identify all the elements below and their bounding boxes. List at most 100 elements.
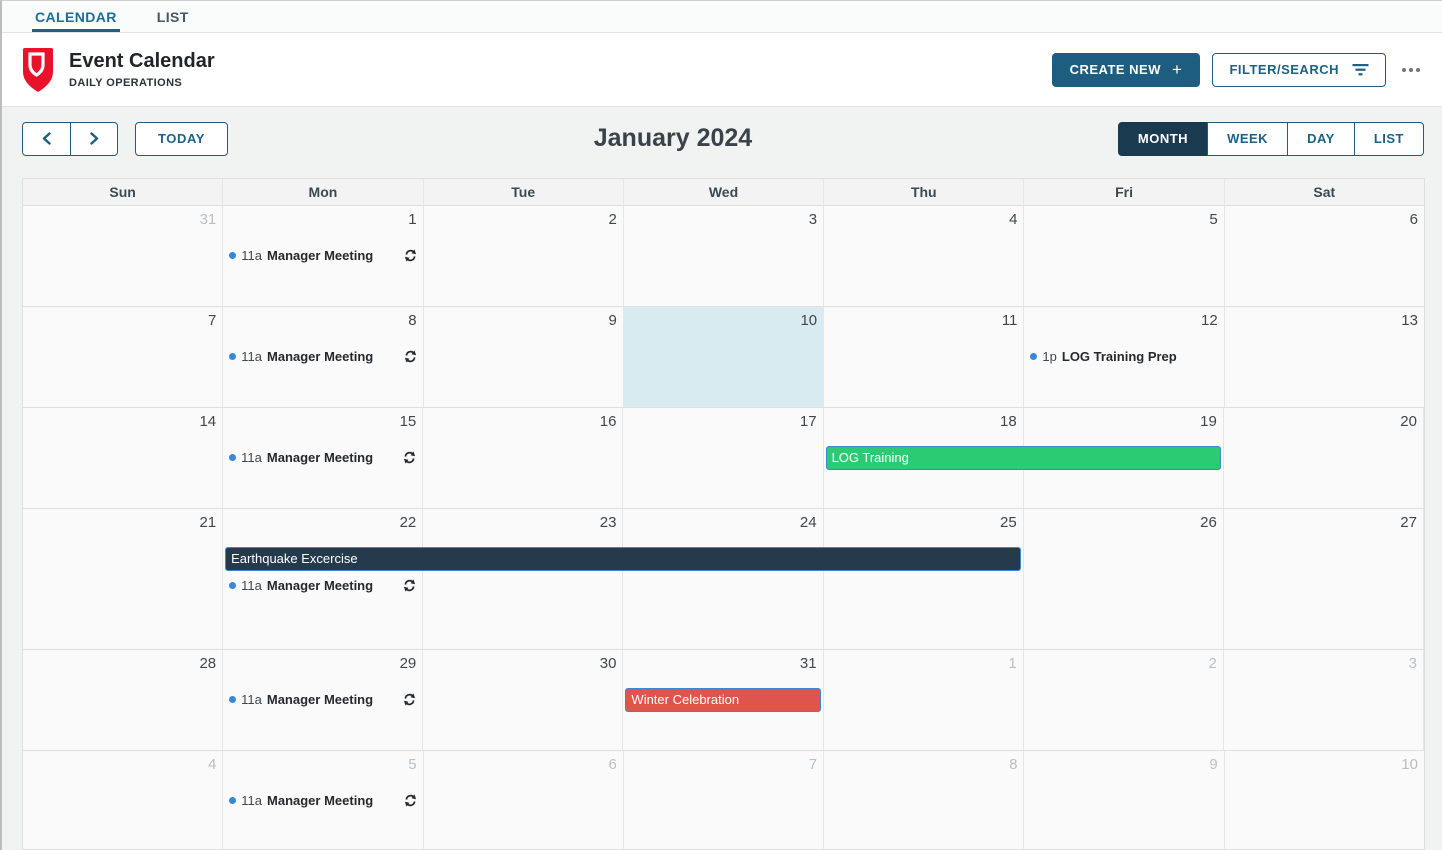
day-cell[interactable]: 10 [1225, 751, 1424, 849]
recurring-icon [404, 350, 417, 363]
today-button[interactable]: TODAY [135, 122, 228, 156]
day-cell[interactable]: 22 11a Manager Meeting [223, 509, 423, 649]
event-manager-meeting[interactable]: 11a Manager Meeting [229, 692, 416, 707]
day-number: 23 [429, 513, 616, 533]
event-title: LOG Training Prep [1062, 349, 1177, 364]
event-banner-log-training[interactable]: LOG Training [826, 446, 1221, 470]
day-cell[interactable]: 5 [1024, 206, 1224, 306]
day-cell[interactable]: 6 [424, 751, 624, 849]
event-manager-meeting[interactable]: 11a Manager Meeting [229, 450, 416, 465]
day-number: 10 [630, 311, 817, 331]
week-row: 4 5 11a Manager Meeting 6 7 8 9 10 [23, 751, 1424, 849]
day-cell[interactable]: 8 [824, 751, 1024, 849]
day-number: 2 [430, 210, 617, 230]
day-cell[interactable]: 20 [1224, 408, 1424, 508]
day-cell[interactable]: 1 11a Manager Meeting [223, 206, 423, 306]
event-time: 11a [241, 450, 262, 465]
event-time: 11a [241, 248, 262, 263]
event-title: Manager Meeting [267, 578, 373, 593]
event-banner-winter-celebration[interactable]: Winter Celebration [625, 688, 820, 712]
day-cell[interactable]: 11 [824, 307, 1024, 407]
event-manager-meeting[interactable]: 11a Manager Meeting [229, 578, 416, 593]
event-banner-earthquake-exercise[interactable]: Earthquake Excercise [225, 547, 1021, 571]
day-number: 31 [29, 210, 216, 230]
day-number: 21 [29, 513, 216, 533]
prev-month-button[interactable] [23, 123, 70, 155]
day-number: 31 [629, 654, 816, 674]
event-manager-meeting[interactable]: 11a Manager Meeting [229, 793, 416, 808]
day-cell[interactable]: 7 [23, 307, 223, 407]
tab-list[interactable]: LIST [154, 1, 192, 32]
event-title: Manager Meeting [267, 450, 373, 465]
day-cell[interactable]: 2 [1024, 650, 1224, 750]
tab-calendar[interactable]: CALENDAR [32, 1, 120, 32]
day-cell[interactable]: 5 11a Manager Meeting [223, 751, 423, 849]
next-month-button[interactable] [70, 123, 117, 155]
view-day-button[interactable]: DAY [1287, 122, 1355, 156]
day-cell[interactable]: 12 1p LOG Training Prep [1024, 307, 1224, 407]
view-month-button[interactable]: MONTH [1118, 122, 1208, 156]
create-new-label: CREATE NEW [1070, 62, 1161, 77]
event-manager-meeting[interactable]: 11a Manager Meeting [229, 349, 416, 364]
view-week-button[interactable]: WEEK [1207, 122, 1288, 156]
day-number: 8 [830, 755, 1017, 775]
create-new-button[interactable]: CREATE NEW + [1052, 53, 1201, 87]
day-cell[interactable]: 14 [23, 408, 223, 508]
more-options-icon[interactable] [1400, 62, 1422, 78]
day-cell[interactable]: 4 [23, 751, 223, 849]
day-number: 3 [1230, 654, 1417, 674]
day-cell[interactable]: 17 [623, 408, 823, 508]
day-cell[interactable]: 2 [424, 206, 624, 306]
calendar-month-title: January 2024 [228, 124, 1118, 153]
event-time: 11a [241, 349, 262, 364]
day-number: 28 [29, 654, 216, 674]
day-cell[interactable]: 27 [1224, 509, 1424, 649]
recurring-icon [404, 794, 417, 807]
day-cell[interactable]: 3 [624, 206, 824, 306]
view-list-button[interactable]: LIST [1354, 122, 1424, 156]
chevron-right-icon [90, 132, 99, 145]
day-number: 9 [1030, 755, 1217, 775]
day-cell[interactable]: 6 [1225, 206, 1424, 306]
day-number: 5 [229, 755, 416, 775]
day-cell[interactable]: 28 [23, 650, 223, 750]
event-dot-icon [229, 797, 236, 804]
day-cell[interactable]: 13 [1225, 307, 1424, 407]
event-manager-meeting[interactable]: 11a Manager Meeting [229, 248, 416, 263]
day-cell[interactable]: 8 11a Manager Meeting [223, 307, 423, 407]
day-cell[interactable]: 29 11a Manager Meeting [223, 650, 423, 750]
day-cell[interactable]: 15 11a Manager Meeting [223, 408, 423, 508]
calendar-toolbar: TODAY January 2024 MONTH WEEK DAY LIST [2, 107, 1442, 170]
day-number: 17 [629, 412, 816, 432]
day-cell[interactable]: 30 [423, 650, 623, 750]
dow-tue: Tue [424, 179, 624, 205]
week-row: 31 1 11a Manager Meeting 2 3 4 5 6 [23, 206, 1424, 307]
dow-mon: Mon [223, 179, 423, 205]
week-row: 21 22 11a Manager Meeting 23 24 25 26 27… [23, 509, 1424, 650]
day-cell[interactable]: 4 [824, 206, 1024, 306]
day-cell[interactable]: 25 [824, 509, 1024, 649]
day-cell[interactable]: 16 [423, 408, 623, 508]
day-cell[interactable]: 23 [423, 509, 623, 649]
day-number: 19 [1030, 412, 1217, 432]
day-number: 4 [830, 210, 1017, 230]
day-cell-today[interactable]: 10 [624, 307, 824, 407]
event-title: Manager Meeting [267, 248, 373, 263]
page-title: Event Calendar [69, 50, 1052, 73]
day-cell[interactable]: 31 [23, 206, 223, 306]
day-cell[interactable]: 1 [824, 650, 1024, 750]
view-switcher-group: MONTH WEEK DAY LIST [1118, 122, 1424, 156]
filter-icon [1352, 64, 1369, 76]
day-cell[interactable]: 3 [1224, 650, 1424, 750]
day-cell[interactable]: 24 [623, 509, 823, 649]
day-cell[interactable]: 9 [424, 307, 624, 407]
day-number: 1 [229, 210, 416, 230]
day-cell[interactable]: 26 [1024, 509, 1224, 649]
day-cell[interactable]: 7 [624, 751, 824, 849]
event-log-training-prep[interactable]: 1p LOG Training Prep [1030, 349, 1217, 364]
filter-search-button[interactable]: FILTER/SEARCH [1212, 53, 1386, 87]
day-cell[interactable]: 21 [23, 509, 223, 649]
week-row: 28 29 11a Manager Meeting 30 31 1 2 3 Wi… [23, 650, 1424, 751]
day-cell[interactable]: 9 [1024, 751, 1224, 849]
week-row: 14 15 11a Manager Meeting 16 17 18 19 20… [23, 408, 1424, 509]
